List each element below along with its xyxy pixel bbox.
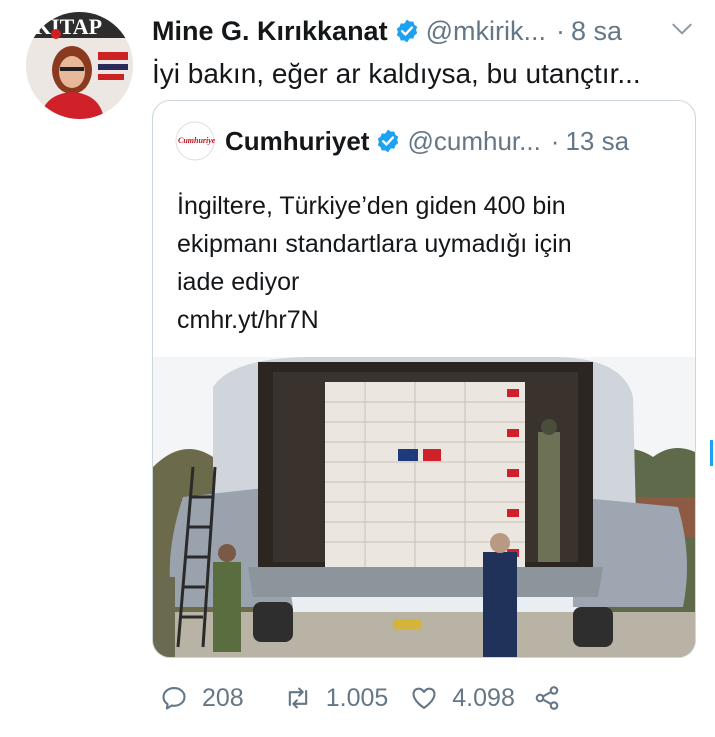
retweet-icon (288, 687, 307, 709)
svg-text:KITAP: KITAP (34, 14, 102, 39)
author-avatar[interactable]: KITAP (26, 12, 133, 119)
share-icon (535, 686, 559, 710)
chevron-down-icon[interactable] (669, 16, 695, 42)
quoted-tweet-text: İngiltere, Türkiye’den giden 400 bin eki… (177, 187, 572, 339)
quoted-text-line: iade ediyor (177, 268, 300, 296)
cargo-plane-photo (153, 357, 695, 657)
author-name[interactable]: Mine G. Kırıkkanat (152, 16, 388, 47)
reply-icon (162, 687, 186, 710)
quoted-text-line: ekipmanı standartlara uymadığı için (177, 230, 572, 258)
quoted-link[interactable]: cmhr.yt/hr7N (177, 301, 572, 339)
retweet-count: 1.005 (325, 683, 389, 712)
quoted-author-name: Cumhuriyet (225, 125, 370, 156)
tweet-timestamp[interactable]: 8 sa (571, 16, 622, 47)
avatar-image: KITAP (26, 12, 133, 119)
verified-badge-icon (378, 129, 399, 153)
heart-icon (412, 687, 436, 709)
quoted-text-line: İngiltere, Türkiye’den giden 400 bin (177, 192, 566, 220)
scroll-indicator (710, 440, 713, 466)
like-count: 4.098 (452, 683, 515, 712)
quoted-author-handle: @cumhur... (407, 125, 541, 156)
quoted-author-avatar: Cumhuriyet (175, 121, 215, 161)
quoted-tweet-photo[interactable] (153, 357, 695, 657)
separator-dot: · (555, 15, 565, 46)
separator-dot: · (550, 125, 560, 156)
quoted-tweet-card[interactable]: Cumhuriyet Cumhuriyet @cumhur... · 13 sa… (152, 100, 696, 658)
quoted-tweet-timestamp: 13 sa (565, 125, 630, 156)
svg-text:Cumhuriyet: Cumhuriyet (178, 136, 215, 145)
share-button[interactable] (533, 684, 575, 712)
tweet-header: Mine G. Kırıkkanat @mkirik... · 8 sa (152, 14, 695, 48)
reply-button[interactable]: 208 (160, 684, 244, 713)
quoted-avatar-image: Cumhuriyet (175, 121, 215, 161)
author-handle[interactable]: @mkirik... (426, 16, 546, 47)
retweet-button[interactable]: 1.005 (284, 683, 389, 713)
like-button[interactable]: 4.098 (410, 684, 515, 713)
quoted-tweet-header: Cumhuriyet Cumhuriyet @cumhur... · 13 sa (175, 121, 683, 161)
tweet-action-bar: 208 1.005 4.098 (160, 680, 575, 716)
verified-badge-icon (396, 19, 417, 43)
tweet-text: İyi bakın, eğer ar kaldıysa, bu utançtır… (152, 58, 641, 89)
reply-count: 208 (202, 683, 244, 712)
